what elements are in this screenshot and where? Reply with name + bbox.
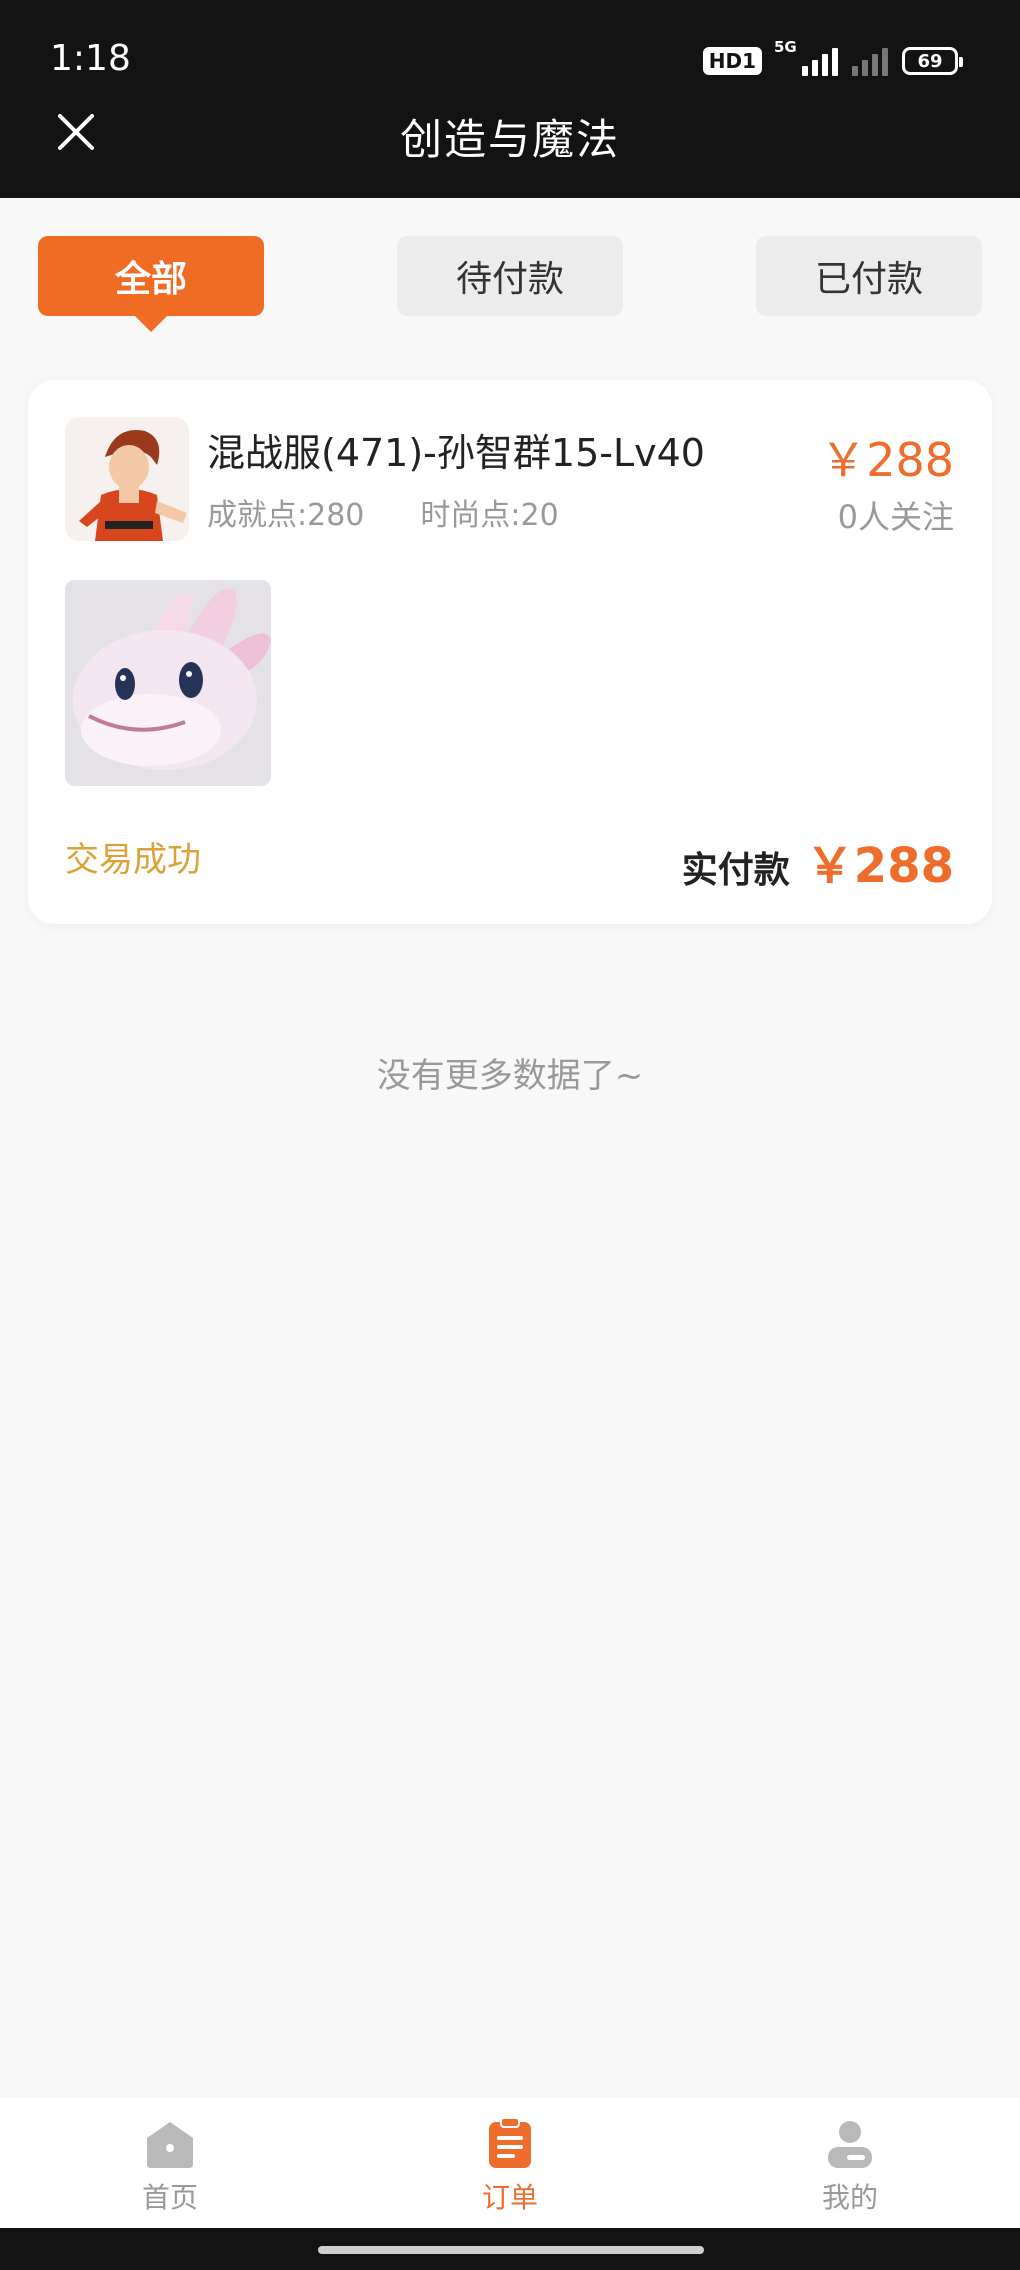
tab-paid[interactable]: 已付款 [756,236,982,316]
follower-count: 0人关注 [837,498,954,536]
nav-item-home[interactable]: 首页 [0,2098,340,2228]
tab-pending-payment[interactable]: 待付款 [397,236,623,316]
top-bar: 1:18 HD1 5G 69 创造与魔法 [0,0,1020,198]
home-indicator[interactable] [318,2246,704,2254]
paid-label: 实付款 [681,850,790,891]
character-avatar [65,417,189,541]
battery-icon: 69 [902,47,963,75]
pet-thumbnail [65,580,271,786]
status-icons: HD1 5G 69 [702,38,963,78]
gesture-bar-area [0,2228,1020,2270]
fashion-points: 时尚点:20 [420,498,559,533]
hd-badge: HD1 [702,47,762,75]
paid-amount-row: 实付款 ￥288 [682,826,954,896]
page-title: 创造与魔法 [399,115,620,164]
no-more-data-text: 没有更多数据了~ [376,1056,644,1096]
status-time: 1:18 [50,38,131,79]
bottom-nav: 首页 订单 我的 [0,2098,1020,2228]
nav-item-profile[interactable]: 我的 [680,2098,1020,2228]
order-item-meta: 成就点:280 时尚点:20 [207,490,559,534]
achievement-points: 成就点:280 [207,498,365,533]
nav-item-orders[interactable]: 订单 [340,2098,680,2228]
profile-icon [828,2121,872,2168]
filter-tabs: 全部 待付款 已付款 [38,236,982,332]
order-card[interactable]: 混战服(471)-孙智群15-Lv40 成就点:280 时尚点:20 ￥288 … [28,380,992,924]
trade-status: 交易成功 [65,840,201,880]
battery-level: 69 [917,50,943,72]
nav-label-profile: 我的 [821,2181,878,2214]
signal-5g-icon: 5G [774,38,838,76]
home-icon [147,2122,193,2168]
nav-label-orders: 订单 [481,2181,538,2214]
nav-label-home: 首页 [141,2181,198,2214]
network-label: 5G [774,38,797,56]
tab-all[interactable]: 全部 [38,236,264,332]
order-icon [489,2117,531,2168]
paid-amount: ￥288 [805,838,954,894]
order-item-title: 混战服(471)-孙智群15-Lv40 [207,431,705,475]
item-price: ￥288 [820,433,954,487]
signal-secondary-icon [852,46,888,76]
